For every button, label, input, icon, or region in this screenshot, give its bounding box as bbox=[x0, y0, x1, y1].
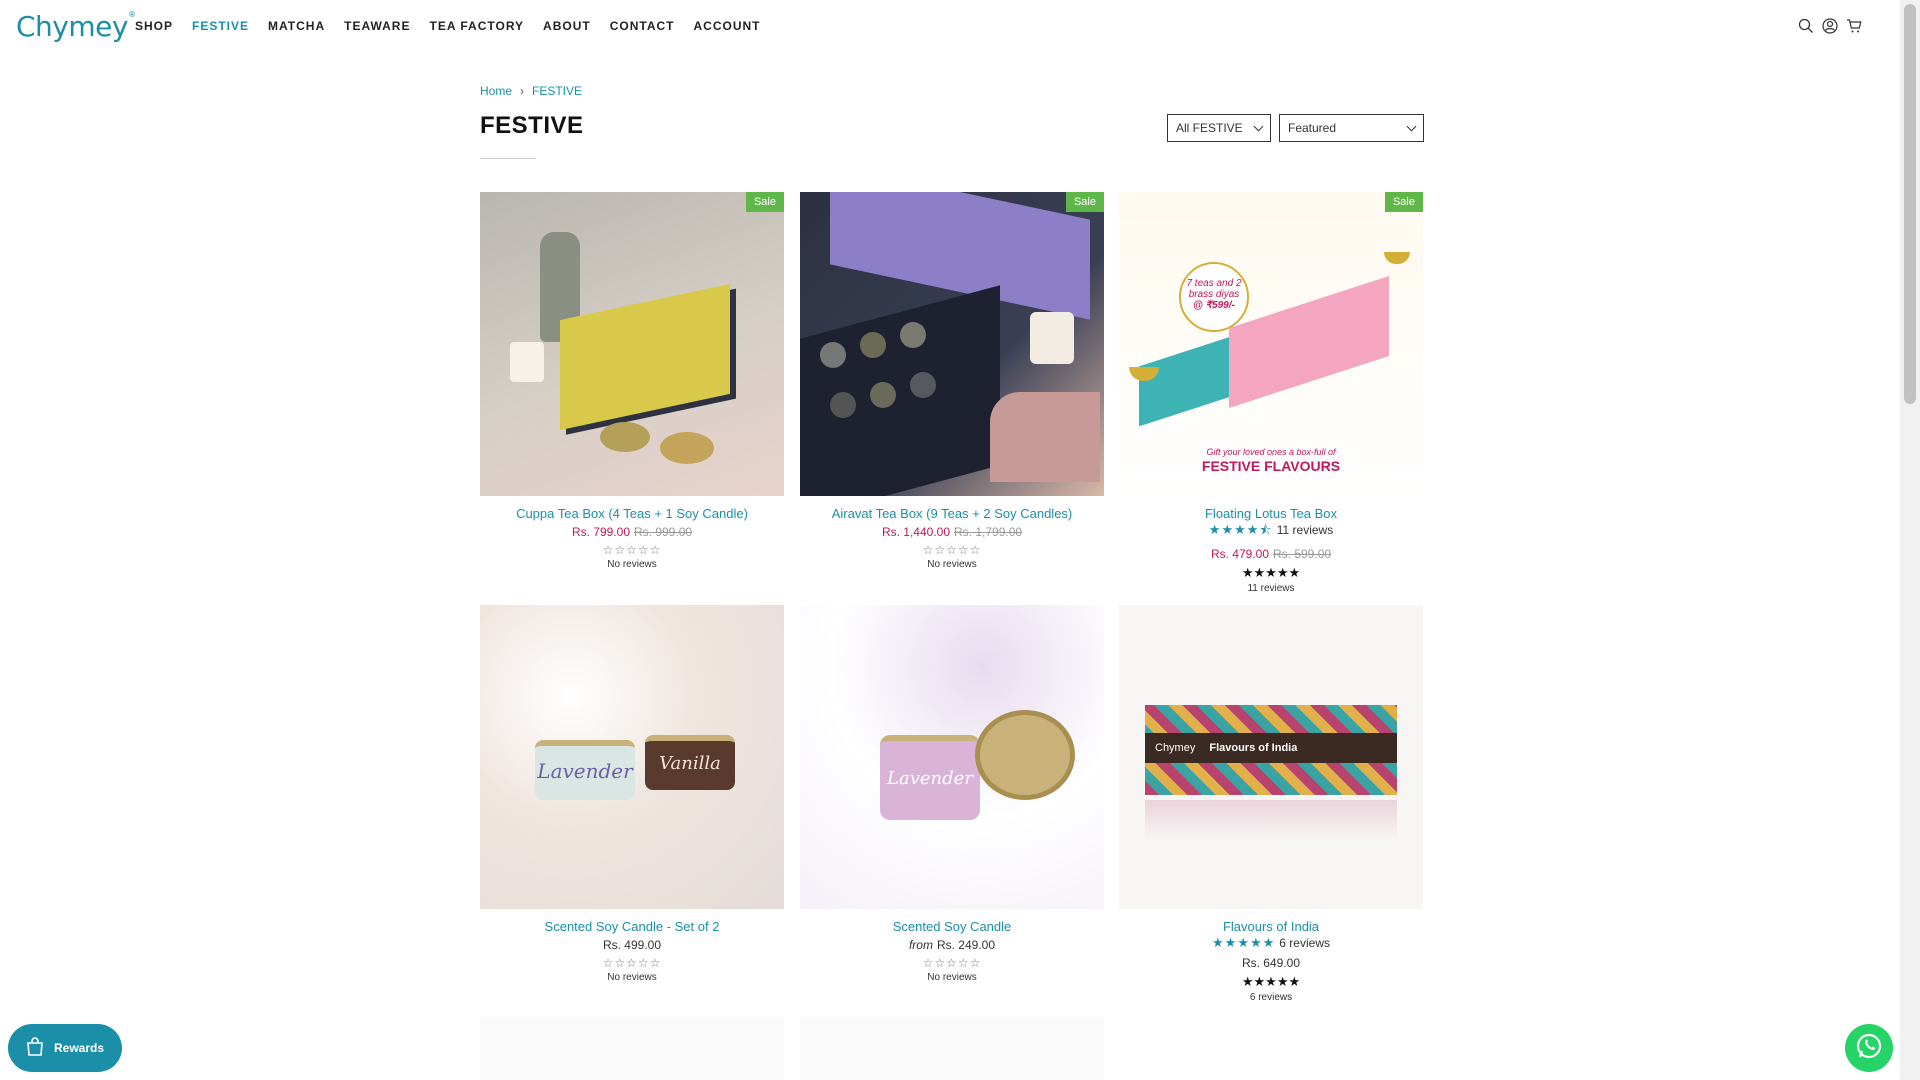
header-icons bbox=[1798, 18, 1862, 34]
product-title[interactable]: Cuppa Tea Box (4 Teas + 1 Soy Candle) bbox=[480, 506, 784, 521]
product-title[interactable]: Scented Soy Candle bbox=[800, 919, 1104, 934]
breadcrumb-current: FESTIVE bbox=[532, 84, 583, 98]
product-card[interactable]: Chymey Flavours of India Flavours of Indi… bbox=[1119, 605, 1423, 1003]
review-count: No reviews bbox=[607, 559, 657, 570]
rating-stars: ★★★★★ bbox=[1212, 935, 1276, 950]
search-icon[interactable] bbox=[1798, 18, 1814, 34]
main-nav: SHOP FESTIVE MATCHA TEAWARE TEA FACTORY … bbox=[135, 19, 780, 33]
sale-badge: Sale bbox=[745, 192, 784, 212]
rating-summary[interactable]: ★★★★★ 6 reviews bbox=[1119, 934, 1423, 952]
rewards-button[interactable]: Rewards bbox=[8, 1024, 122, 1072]
product-card[interactable]: Sale Cuppa Tea Box (4 Teas + 1 Soy Candl… bbox=[480, 192, 784, 570]
nav-about[interactable]: ABOUT bbox=[543, 19, 591, 33]
nav-tea-factory[interactable]: TEA FACTORY bbox=[429, 19, 524, 33]
product-image[interactable]: Sale bbox=[480, 192, 784, 496]
product-image[interactable]: Chymey Flavours of India bbox=[1119, 605, 1423, 909]
whatsapp-icon bbox=[1854, 1031, 1884, 1066]
product-price: Rs. 499.00 bbox=[602, 938, 662, 952]
product-image[interactable]: Lavender bbox=[800, 605, 1104, 909]
account-icon[interactable] bbox=[1822, 18, 1838, 34]
product-price: Rs. 799.00 Rs. 999.00 bbox=[571, 525, 693, 539]
logo[interactable]: Chymey® bbox=[16, 10, 136, 43]
review-count: No reviews bbox=[927, 972, 977, 983]
product-image[interactable]: Lavender Vanilla bbox=[480, 605, 784, 909]
page-title: FESTIVE bbox=[480, 112, 584, 139]
chevron-down-icon bbox=[1253, 121, 1264, 131]
review-count: 6 reviews bbox=[1249, 992, 1293, 1003]
rating-stars: ★★★★⯪ bbox=[1208, 522, 1273, 537]
nav-shop[interactable]: SHOP bbox=[135, 19, 173, 33]
product-title[interactable]: Scented Soy Candle - Set of 2 bbox=[480, 919, 784, 934]
scrollbar-thumb[interactable] bbox=[1904, 4, 1916, 404]
collection-filter-select[interactable]: All FESTIVE bbox=[1167, 114, 1271, 142]
rating-stars-filled: ★★★★★ bbox=[1241, 974, 1301, 989]
product-title[interactable]: Floating Lotus Tea Box bbox=[1119, 506, 1423, 521]
review-count: No reviews bbox=[607, 972, 657, 983]
nav-matcha[interactable]: MATCHA bbox=[268, 19, 325, 33]
nav-contact[interactable]: CONTACT bbox=[610, 19, 675, 33]
product-image[interactable]: 7 teas and 2 brass diyas @ ₹599/- Gift you… bbox=[1119, 192, 1423, 496]
product-price: Rs. 649.00 bbox=[1241, 956, 1301, 970]
nav-festive[interactable]: FESTIVE bbox=[192, 19, 249, 33]
scrollbar[interactable] bbox=[1900, 0, 1920, 1080]
product-price: from Rs. 249.00 bbox=[908, 938, 996, 952]
chevron-right-icon: › bbox=[520, 84, 525, 98]
rating-stars-empty: ☆☆☆☆☆ bbox=[922, 956, 982, 970]
shopping-bag-icon bbox=[24, 1036, 46, 1061]
sort-select[interactable]: Featured bbox=[1279, 114, 1424, 142]
sale-badge: Sale bbox=[1065, 192, 1104, 212]
review-count: 11 reviews bbox=[1247, 583, 1295, 594]
whatsapp-button[interactable] bbox=[1845, 1024, 1893, 1072]
product-price: Rs. 1,440.00 Rs. 1,799.00 bbox=[881, 525, 1023, 539]
product-image-placeholder bbox=[480, 1017, 784, 1080]
product-card[interactable]: Lavender Vanilla Scented Soy Candle - Se… bbox=[480, 605, 784, 983]
chevron-down-icon bbox=[1406, 121, 1417, 131]
rating-summary[interactable]: ★★★★⯪ 11 reviews bbox=[1119, 521, 1423, 543]
rating-stars-empty: ☆☆☆☆☆ bbox=[922, 543, 982, 557]
product-card[interactable]: Sale Airavat Tea Box (9 Teas + 2 Soy Can… bbox=[800, 192, 1104, 570]
site-header: Chymey® SHOP FESTIVE MATCHA TEAWARE TEA … bbox=[0, 0, 1900, 52]
rating-stars-filled: ★★★★★ bbox=[1241, 565, 1301, 580]
product-title[interactable]: Flavours of India bbox=[1119, 919, 1423, 934]
rewards-label: Rewards bbox=[54, 1041, 105, 1055]
product-image-placeholder bbox=[800, 1017, 1104, 1080]
rating-stars-empty: ☆☆☆☆☆ bbox=[602, 956, 662, 970]
product-price: Rs. 479.00 Rs. 599.00 bbox=[1210, 547, 1332, 561]
sort-value: Featured bbox=[1288, 121, 1337, 135]
product-card[interactable]: 7 teas and 2 brass diyas @ ₹599/- Gift you… bbox=[1119, 192, 1423, 594]
breadcrumb-home[interactable]: Home bbox=[480, 84, 512, 98]
collection-filter-value: All FESTIVE bbox=[1176, 121, 1243, 135]
title-divider bbox=[480, 158, 536, 159]
product-card[interactable]: Lavender Scented Soy Candle from Rs. 249.… bbox=[800, 605, 1104, 983]
nav-teaware[interactable]: TEAWARE bbox=[344, 19, 410, 33]
product-image[interactable]: Sale bbox=[800, 192, 1104, 496]
sale-badge: Sale bbox=[1384, 192, 1423, 212]
rating-stars-empty: ☆☆☆☆☆ bbox=[602, 543, 662, 557]
review-count: No reviews bbox=[927, 559, 977, 570]
cart-icon[interactable] bbox=[1846, 18, 1862, 34]
nav-account[interactable]: ACCOUNT bbox=[694, 19, 761, 33]
breadcrumb: Home › FESTIVE bbox=[480, 84, 582, 98]
product-title[interactable]: Airavat Tea Box (9 Teas + 2 Soy Candles) bbox=[800, 506, 1104, 521]
